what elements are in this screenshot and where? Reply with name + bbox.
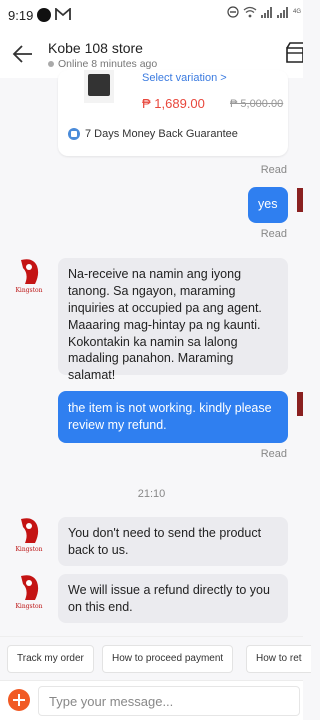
seller-avatar: Kingston xyxy=(11,574,47,614)
wifi-icon xyxy=(243,6,257,18)
outgoing-message: the item is not working. kindly please r… xyxy=(58,391,288,443)
online-dot-icon xyxy=(48,61,54,67)
kingston-logo-icon xyxy=(21,259,39,284)
status-time: 9:19 xyxy=(8,8,34,23)
quick-reply-chip[interactable]: How to proceed payment xyxy=(102,645,234,673)
guarantee-text: 7 Days Money Back Guarantee xyxy=(85,128,238,140)
product-price: ₱ 1,689.00 xyxy=(142,96,205,111)
select-variation-link[interactable]: Select variation > xyxy=(142,72,227,84)
online-status-text: Online 8 minutes ago xyxy=(58,58,158,70)
store-name[interactable]: Kobe 108 store xyxy=(48,40,143,56)
mail-icon xyxy=(55,8,71,20)
quick-reply-chip[interactable]: Track my order xyxy=(7,645,94,673)
avatar-label: Kingston xyxy=(15,287,43,294)
money-back-guarantee: 7 Days Money Back Guarantee xyxy=(68,128,238,140)
add-attachment-button[interactable] xyxy=(8,689,30,711)
seller-avatar: Kingston xyxy=(11,258,47,298)
notification-dot-icon xyxy=(37,8,51,22)
online-status: Online 8 minutes ago xyxy=(48,58,157,70)
quick-reply-bar: Track my order How to proceed payment Ho… xyxy=(0,636,311,680)
product-thumbnail xyxy=(84,70,114,103)
read-receipt: Read xyxy=(260,228,287,240)
avatar-label: Kingston xyxy=(15,603,43,610)
product-card[interactable]: Select variation > ₱ 1,689.00 ₱ 5,000.00… xyxy=(58,70,288,156)
message-input[interactable] xyxy=(38,686,300,716)
do-not-disturb-icon xyxy=(227,6,239,18)
back-arrow-icon[interactable] xyxy=(10,42,36,66)
incoming-message: You don't need to send the product back … xyxy=(58,517,288,566)
read-receipt: Read xyxy=(260,448,287,460)
user-avatar-edge xyxy=(297,392,303,416)
seller-avatar: Kingston xyxy=(11,517,47,557)
incoming-message: We will issue a refund directly to you o… xyxy=(58,574,288,623)
time-separator: 21:10 xyxy=(137,488,166,500)
signal-icon xyxy=(260,7,272,18)
status-icons: 4G xyxy=(227,6,301,18)
signal-icon-2 xyxy=(276,7,288,18)
kingston-logo-icon xyxy=(21,575,39,600)
status-bar: 9:19 4G xyxy=(0,0,303,30)
kingston-logo-icon xyxy=(21,518,39,543)
user-avatar-edge xyxy=(297,188,303,212)
outgoing-message: yes xyxy=(248,187,288,223)
avatar-label: Kingston xyxy=(15,546,43,553)
read-receipt: Read xyxy=(260,164,287,176)
product-old-price: ₱ 5,000.00 xyxy=(230,98,284,110)
shop-icon[interactable] xyxy=(285,40,303,64)
battery-label: 4G xyxy=(292,9,301,15)
guarantee-icon xyxy=(68,128,80,140)
quick-reply-chip[interactable]: How to ret xyxy=(246,645,311,673)
incoming-message: Na-receive na namin ang iyong tanong. Sa… xyxy=(58,258,288,382)
message-input-bar xyxy=(0,680,303,720)
